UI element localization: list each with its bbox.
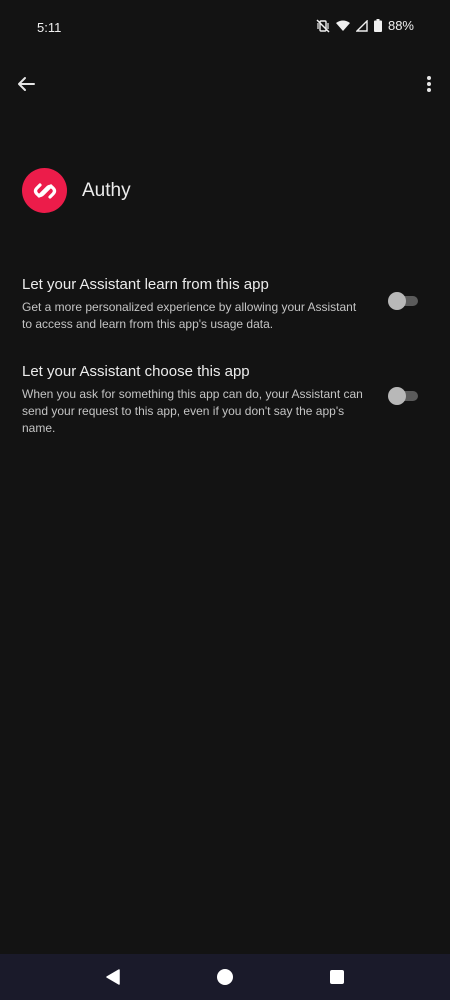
toggle-thumb bbox=[388, 292, 406, 310]
app-name: Authy bbox=[82, 179, 131, 201]
choose-this-app-toggle[interactable] bbox=[388, 386, 418, 406]
setting-description: When you ask for something this app can … bbox=[22, 387, 363, 435]
signal-icon bbox=[355, 19, 368, 32]
more-options-button[interactable] bbox=[418, 70, 440, 98]
setting-title: Let your Assistant learn from this app bbox=[22, 276, 269, 293]
nav-back-icon bbox=[103, 969, 123, 991]
learn-from-app-toggle[interactable] bbox=[388, 291, 418, 311]
back-button[interactable] bbox=[12, 70, 40, 98]
battery-icon bbox=[373, 19, 382, 32]
status-icons: 88% bbox=[316, 18, 414, 33]
navigation-bar bbox=[0, 954, 450, 1000]
app-bar bbox=[0, 62, 450, 106]
nav-home-button[interactable] bbox=[215, 967, 235, 987]
nav-back-button[interactable] bbox=[103, 967, 123, 987]
status-bar: 5:11 88% bbox=[0, 0, 450, 56]
vibrate-off-icon bbox=[316, 18, 330, 33]
back-arrow-icon bbox=[12, 77, 40, 102]
setting-choose-this-app[interactable]: Let your Assistant choose this app When … bbox=[22, 363, 428, 437]
setting-title: Let your Assistant choose this app bbox=[22, 363, 250, 380]
toggle-thumb bbox=[388, 387, 406, 405]
nav-recents-icon bbox=[327, 970, 347, 991]
nav-recents-button[interactable] bbox=[327, 967, 347, 987]
battery-percent: 88% bbox=[387, 18, 414, 33]
wifi-icon bbox=[335, 20, 350, 32]
app-header: Authy bbox=[22, 168, 131, 213]
setting-learn-from-app[interactable]: Let your Assistant learn from this app G… bbox=[22, 276, 428, 333]
authy-logo-icon bbox=[22, 168, 67, 213]
more-vert-icon bbox=[418, 76, 440, 102]
nav-home-icon bbox=[215, 969, 235, 991]
status-time: 5:11 bbox=[37, 20, 62, 35]
setting-description: Get a more personalized experience by al… bbox=[22, 300, 357, 331]
